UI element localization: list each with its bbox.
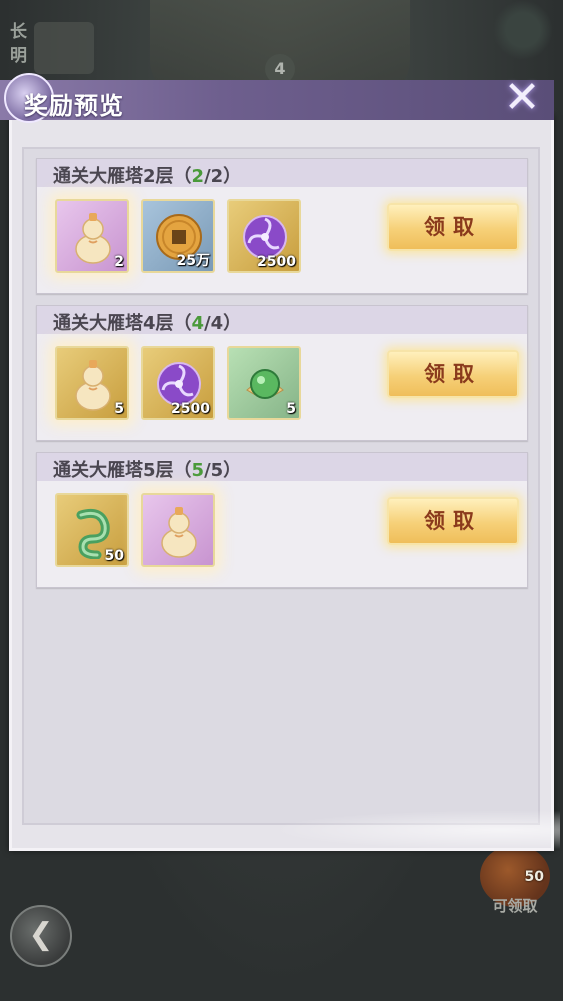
item-count: 5 [114,401,124,417]
progress-current: 4 [191,313,205,334]
reward-card: 通关大雁塔4层（4/4） 5 2500 5 领取 [36,305,528,441]
item-count: 50 [104,548,124,564]
reward-condition-title: 通关大雁塔4层（4/4） [53,309,241,335]
claim-button[interactable]: 领取 [387,497,519,545]
gourd-icon [153,503,205,559]
claim-button[interactable]: 领取 [387,203,519,251]
reward-condition-title: 通关大雁塔5层（5/5） [53,456,241,482]
reward-condition-title: 通关大雁塔2层（2/2） [53,162,241,188]
close-icon: ✕ [503,72,541,123]
item-count: 2500 [171,401,210,417]
claimable-count: 50 [524,869,544,885]
dialog-title: 奖励预览 [24,92,124,120]
reward-card: 通关大雁塔2层（2/2） 2 25万 2500 领取 [36,158,528,294]
green-bead-icon [239,356,291,412]
gourd-icon [67,209,119,265]
progress-total: /2） [204,166,242,187]
reward-card: 通关大雁塔5层（5/5） 50 领取 [36,452,528,588]
reward-item-slot[interactable]: 50 [55,493,129,567]
decorative-glow [270,810,560,850]
claimable-reward-badge[interactable]: 50 可领取 [480,845,550,915]
progress-total: /4） [204,313,242,334]
reward-condition-text: 通关大雁塔5层（ [53,460,192,481]
reward-item-slot[interactable]: 5 [55,346,129,420]
reward-item-slot[interactable]: 25万 [141,199,215,273]
claim-button[interactable]: 领取 [387,350,519,398]
item-count: 25万 [176,253,210,269]
reward-item-slot[interactable]: 5 [227,346,301,420]
progress-current: 5 [191,460,205,481]
progress-current: 2 [191,166,205,187]
item-count: 2 [114,254,124,270]
close-button[interactable]: ✕ [500,76,544,120]
back-arrow-icon: ❮ [28,917,54,952]
claimable-label: 可领取 [492,897,538,915]
reward-condition-text: 通关大雁塔4层（ [53,313,192,334]
reward-item-slot[interactable]: 2500 [227,199,301,273]
back-button[interactable]: ❮ [10,905,72,967]
reward-item-slot[interactable]: 2500 [141,346,215,420]
reward-item-slot[interactable]: 2 [55,199,129,273]
reward-item-slot[interactable] [141,493,215,567]
item-count: 5 [286,401,296,417]
house-decoration [34,22,94,74]
progress-total: /5） [204,460,242,481]
gourd-icon [67,356,119,412]
side-location-text: 长明 [10,22,27,66]
tree-decoration [493,0,553,60]
reward-condition-text: 通关大雁塔2层（ [53,166,192,187]
item-count: 2500 [257,254,296,270]
